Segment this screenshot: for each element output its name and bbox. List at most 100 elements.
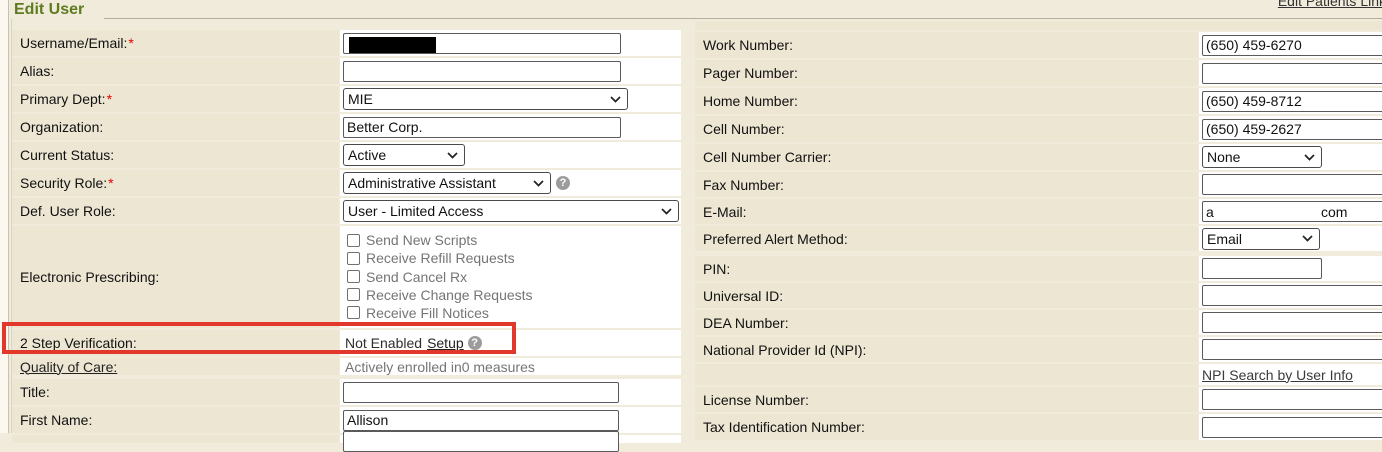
next-field-input[interactable] <box>343 431 619 452</box>
email-label: E-Mail: <box>703 204 747 220</box>
row-quality-of-care: Quality of Care: Actively enrolled in0 m… <box>12 358 681 375</box>
quality-of-care-link[interactable]: Quality of Care: <box>20 359 117 375</box>
def-user-role-value: User - Limited Access <box>348 203 483 219</box>
universal-id-input[interactable] <box>1202 285 1382 306</box>
two-step-verification-label: 2 Step Verification: <box>20 335 137 351</box>
npi-input[interactable] <box>1202 339 1382 360</box>
fax-number-input[interactable] <box>1202 174 1382 195</box>
alert-method-label: Preferred Alert Method: <box>703 231 848 247</box>
def-user-role-select[interactable]: User - Limited Access <box>343 200 679 222</box>
organization-input[interactable] <box>343 117 621 138</box>
title-label: Title: <box>20 384 50 400</box>
first-name-label: First Name: <box>20 412 92 428</box>
help-icon[interactable]: ? <box>468 336 482 350</box>
contact-details-form: Work Number: Pager Number: Home Number: … <box>695 21 1382 442</box>
fieldset-top-rule <box>104 18 1382 19</box>
current-status-value: Active <box>348 147 386 163</box>
checkbox-label: Receive Fill Notices <box>366 305 489 321</box>
home-number-input[interactable] <box>1202 91 1382 112</box>
row-home-number: Home Number: <box>695 88 1382 114</box>
table-top-strip <box>695 21 1382 30</box>
row-organization: Organization: <box>12 114 681 140</box>
title-input[interactable] <box>343 382 619 403</box>
row-dea-number: DEA Number: <box>695 310 1382 335</box>
checkbox-label: Send New Scripts <box>366 232 477 248</box>
send-cancel-rx-checkbox[interactable] <box>347 270 360 283</box>
chevron-down-icon <box>1304 154 1315 161</box>
edit-user-page: { "colors": { "page_bg": "#F1EBDC", "cel… <box>0 0 1382 433</box>
row-license-number: License Number: <box>695 387 1382 412</box>
edit-patients-link[interactable]: Edit Patients Link <box>1278 0 1382 9</box>
redaction-box <box>349 37 436 53</box>
row-partial-next <box>12 435 681 443</box>
row-electronic-prescribing: Electronic Prescribing: Send New Scripts… <box>12 226 681 328</box>
row-tax-id: Tax Identification Number: <box>695 414 1382 440</box>
security-role-label: Security Role: <box>20 175 107 191</box>
dea-number-input[interactable] <box>1202 312 1382 333</box>
page-left-margin <box>0 0 9 433</box>
chevron-down-icon <box>661 208 672 215</box>
work-number-label: Work Number: <box>703 37 793 53</box>
primary-dept-label: Primary Dept: <box>20 91 106 107</box>
license-number-input[interactable] <box>1202 389 1382 410</box>
npi-search-link[interactable]: NPI Search by User Info <box>1202 367 1353 383</box>
organization-label: Organization: <box>20 119 103 135</box>
current-status-label: Current Status: <box>20 147 114 163</box>
row-fax-number: Fax Number: <box>695 172 1382 197</box>
alert-method-value: Email <box>1207 231 1242 247</box>
quality-of-care-value: Actively enrolled in0 measures <box>345 359 535 375</box>
security-role-select[interactable]: Administrative Assistant <box>343 172 551 194</box>
receive-change-requests-checkbox[interactable] <box>347 288 360 301</box>
cell-carrier-select[interactable]: None <box>1202 146 1322 168</box>
email-visible-suffix: com <box>1321 204 1347 220</box>
alias-input[interactable] <box>343 61 621 82</box>
page-title: Edit User <box>14 1 84 19</box>
pin-input[interactable] <box>1202 258 1322 279</box>
electronic-prescribing-label: Electronic Prescribing: <box>20 269 159 285</box>
row-pager-number: Pager Number: <box>695 60 1382 86</box>
pager-number-label: Pager Number: <box>703 65 798 81</box>
send-new-scripts-checkbox[interactable] <box>347 234 360 247</box>
alert-method-select[interactable]: Email <box>1202 228 1320 250</box>
row-pin: PIN: <box>695 256 1382 281</box>
primary-dept-value: MIE <box>348 91 373 107</box>
required-asterisk: * <box>128 35 133 51</box>
cell-carrier-label: Cell Number Carrier: <box>703 149 831 165</box>
user-details-form: Username/Email:* Alias: Primary Dept: * M… <box>12 30 681 445</box>
npi-label: National Provider Id (NPI): <box>703 342 866 358</box>
tax-id-input[interactable] <box>1202 417 1382 438</box>
first-name-input[interactable] <box>343 410 619 431</box>
chevron-down-icon <box>533 180 544 187</box>
cell-number-input[interactable] <box>1202 119 1382 140</box>
checkbox-label: Send Cancel Rx <box>366 269 467 285</box>
two-step-setup-link[interactable]: Setup <box>427 335 464 351</box>
work-number-input[interactable] <box>1202 35 1382 56</box>
def-user-role-label: Def. User Role: <box>20 203 116 219</box>
fax-number-label: Fax Number: <box>703 177 784 193</box>
home-number-label: Home Number: <box>703 93 798 109</box>
username-label: Username/Email: <box>20 35 127 51</box>
license-number-label: License Number: <box>703 392 809 408</box>
receive-refill-requests-checkbox[interactable] <box>347 252 360 265</box>
row-universal-id: Universal ID: <box>695 283 1382 308</box>
row-def-user-role: Def. User Role: User - Limited Access <box>12 198 681 224</box>
email-visible-prefix: a <box>1206 204 1214 220</box>
help-icon[interactable]: ? <box>556 176 570 190</box>
primary-dept-select[interactable]: MIE <box>343 88 628 110</box>
row-npi: National Provider Id (NPI): <box>695 337 1382 362</box>
row-username: Username/Email:* <box>12 30 681 56</box>
receive-fill-notices-checkbox[interactable] <box>347 306 360 319</box>
chevron-down-icon <box>610 96 621 103</box>
chevron-down-icon <box>447 152 458 159</box>
security-role-value: Administrative Assistant <box>348 175 496 191</box>
checkbox-label: Receive Refill Requests <box>366 250 515 266</box>
row-current-status: Current Status: Active <box>12 142 681 168</box>
row-email: E-Mail: a com <box>695 199 1382 224</box>
current-status-select[interactable]: Active <box>343 144 465 166</box>
universal-id-label: Universal ID: <box>703 288 783 304</box>
chevron-down-icon <box>1302 235 1313 242</box>
pager-number-input[interactable] <box>1202 63 1382 84</box>
row-alias: Alias: <box>12 58 681 84</box>
email-input[interactable]: a com <box>1202 201 1382 222</box>
checkbox-label: Receive Change Requests <box>366 287 533 303</box>
